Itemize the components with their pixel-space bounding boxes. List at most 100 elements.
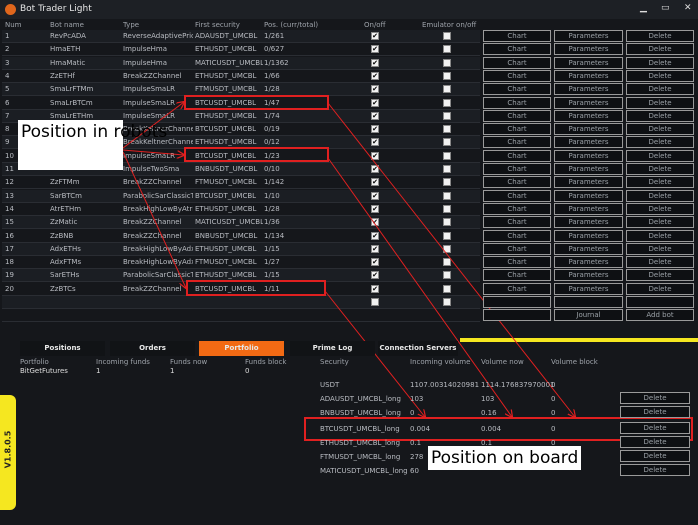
chart-button[interactable]: Chart: [483, 256, 551, 269]
delete-button[interactable]: Delete: [626, 176, 694, 189]
delete-button[interactable]: Delete: [626, 56, 694, 69]
delete-button[interactable]: Delete: [626, 136, 694, 149]
parameters-button[interactable]: Parameters: [554, 256, 623, 269]
delete-button[interactable]: Delete: [626, 69, 694, 82]
chart-button[interactable]: Chart: [483, 43, 551, 56]
delete-security-button[interactable]: Delete: [620, 422, 690, 434]
parameters-button[interactable]: Parameters: [554, 96, 623, 109]
sec-security: BNBUSDT_UMCBL_long: [320, 409, 401, 417]
delete-security-button[interactable]: Delete: [620, 450, 690, 462]
parameters-button[interactable]: Parameters: [554, 229, 623, 242]
sec-volume-now: 103: [481, 395, 495, 403]
sec-incoming-volume: 103: [410, 395, 424, 403]
parameters-button[interactable]: Parameters: [554, 43, 623, 56]
parameters-button[interactable]: Parameters: [554, 83, 623, 96]
annotation-board: Position on board: [428, 446, 582, 470]
chart-button[interactable]: Chart: [483, 69, 551, 82]
delete-button[interactable]: Delete: [626, 216, 694, 229]
chart-button[interactable]: Chart: [483, 216, 551, 229]
annotation-robots: Position in robots: [18, 120, 167, 170]
parameters-button[interactable]: Parameters: [554, 123, 623, 136]
sec-security: ADAUSDT_UMCBL_long: [320, 395, 401, 403]
chart-button[interactable]: Chart: [483, 269, 551, 282]
empty-button[interactable]: [483, 296, 551, 308]
chart-button[interactable]: Chart: [483, 189, 551, 202]
parameters-button[interactable]: Parameters: [554, 136, 623, 149]
parameters-button[interactable]: Parameters: [554, 176, 623, 189]
sec-security: MATICUSDT_UMCBL_long: [320, 467, 408, 475]
sec-volume-block: 0: [551, 395, 556, 403]
delete-button[interactable]: Delete: [626, 149, 694, 162]
sec-incoming-volume: 278: [410, 453, 424, 461]
empty-button[interactable]: [483, 309, 551, 322]
chart-button[interactable]: Chart: [483, 282, 551, 295]
delete-button[interactable]: Delete: [626, 256, 694, 269]
delete-security-button[interactable]: Delete: [620, 406, 690, 418]
chart-button[interactable]: Chart: [483, 202, 551, 215]
sec-incoming-volume: 60: [410, 467, 419, 475]
delete-security-button[interactable]: Delete: [620, 436, 690, 448]
chart-button[interactable]: Chart: [483, 136, 551, 149]
chart-button[interactable]: Chart: [483, 176, 551, 189]
empty-button[interactable]: [554, 296, 623, 308]
sec-security: ETHUSDT_UMCBL_long: [320, 439, 401, 447]
delete-button[interactable]: Delete: [626, 123, 694, 136]
parameters-button[interactable]: Parameters: [554, 109, 623, 122]
delete-button[interactable]: Delete: [626, 229, 694, 242]
parameters-button[interactable]: Parameters: [554, 269, 623, 282]
sec-incoming-volume: 0.1: [410, 439, 422, 447]
parameters-button[interactable]: Parameters: [554, 202, 623, 215]
delete-button[interactable]: Delete: [626, 242, 694, 255]
sec-volume-now: 1114.176837970001: [481, 381, 555, 389]
add-bot-button[interactable]: Add bot: [626, 309, 694, 322]
delete-button[interactable]: Delete: [626, 202, 694, 215]
parameters-button[interactable]: Parameters: [554, 189, 623, 202]
chart-button[interactable]: Chart: [483, 242, 551, 255]
delete-button[interactable]: Delete: [626, 30, 694, 42]
delete-button[interactable]: Delete: [626, 189, 694, 202]
parameters-button[interactable]: Parameters: [554, 149, 623, 162]
parameters-button[interactable]: Parameters: [554, 216, 623, 229]
chart-button[interactable]: Chart: [483, 56, 551, 69]
tab-positions[interactable]: Positions: [20, 341, 105, 356]
journal-button[interactable]: Journal: [554, 309, 623, 322]
chart-button[interactable]: Chart: [483, 229, 551, 242]
parameters-button[interactable]: Parameters: [554, 282, 623, 295]
delete-security-button[interactable]: Delete: [620, 392, 690, 404]
sec-incoming-volume: 0.004: [410, 425, 431, 433]
sec-volume-block: 0: [551, 439, 556, 447]
chart-button[interactable]: Chart: [483, 163, 551, 175]
chart-button[interactable]: Chart: [483, 83, 551, 96]
delete-security-button[interactable]: Delete: [620, 464, 690, 476]
sec-volume-block: 0: [551, 381, 556, 389]
sec-incoming-volume: 0: [410, 409, 415, 417]
parameters-button[interactable]: Parameters: [554, 242, 623, 255]
highlight-box-row10: [184, 147, 329, 162]
delete-button[interactable]: Delete: [626, 83, 694, 96]
tab-orders[interactable]: Orders: [110, 341, 195, 356]
delete-button[interactable]: Delete: [626, 43, 694, 56]
sec-volume-block: 0: [551, 409, 556, 417]
parameters-button[interactable]: Parameters: [554, 56, 623, 69]
empty-button[interactable]: [626, 296, 694, 308]
delete-button[interactable]: Delete: [626, 163, 694, 175]
chart-button[interactable]: Chart: [483, 123, 551, 136]
tab-prime-log[interactable]: Prime Log: [290, 341, 375, 356]
delete-button[interactable]: Delete: [626, 282, 694, 295]
tab-connection-servers[interactable]: Connection Servers: [378, 341, 458, 356]
tab-portfolio[interactable]: Portfolio: [199, 341, 284, 356]
parameters-button[interactable]: Parameters: [554, 30, 623, 42]
chart-button[interactable]: Chart: [483, 30, 551, 42]
chart-button[interactable]: Chart: [483, 109, 551, 122]
sec-security: FTMUSDT_UMCBL_long: [320, 453, 401, 461]
sec-security: BTCUSDT_UMCBL_long: [320, 425, 400, 433]
chart-button[interactable]: Chart: [483, 96, 551, 109]
chart-button[interactable]: Chart: [483, 149, 551, 162]
highlight-box-row20: [186, 280, 326, 296]
sec-volume-now: 0.16: [481, 409, 497, 417]
delete-button[interactable]: Delete: [626, 109, 694, 122]
parameters-button[interactable]: Parameters: [554, 69, 623, 82]
parameters-button[interactable]: Parameters: [554, 163, 623, 175]
delete-button[interactable]: Delete: [626, 96, 694, 109]
delete-button[interactable]: Delete: [626, 269, 694, 282]
